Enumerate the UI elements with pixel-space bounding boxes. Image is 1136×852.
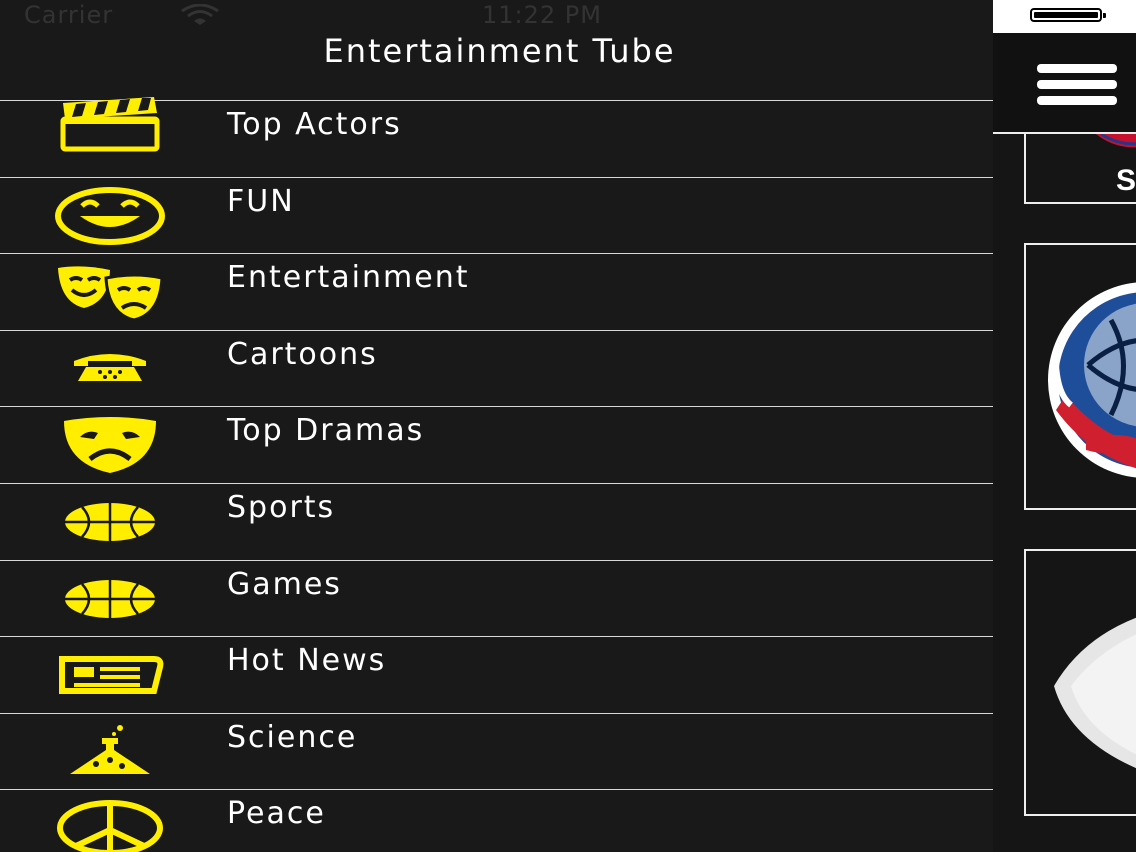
menu-item-fun[interactable]: FUN: [0, 176, 993, 254]
card-1-peek-text: S: [1116, 164, 1136, 197]
menu-item-peace[interactable]: Peace: [0, 789, 993, 852]
telephone-icon: [54, 339, 166, 399]
content-card-2[interactable]: [1024, 243, 1136, 510]
flask-icon: [54, 722, 166, 782]
menu-item-label: Entertainment: [227, 260, 470, 296]
menu-item-label: Top Actors: [227, 107, 402, 142]
clapperboard-icon: [54, 95, 166, 155]
wifi-icon: [181, 4, 219, 25]
status-bar-right: [993, 0, 1136, 33]
drawer-title-text: Entertainment Tube: [323, 32, 676, 70]
status-bar: Carrier 11:22 PM: [0, 0, 993, 30]
main-content: S: [993, 0, 1136, 852]
sports-logo-image: [1048, 282, 1136, 478]
menu-item-cartoons[interactable]: Cartoons: [0, 329, 993, 407]
menu-item-top-dramas[interactable]: Top Dramas: [0, 406, 993, 483]
battery-icon: [1030, 8, 1106, 22]
menu-item-top-actors[interactable]: Top Actors: [0, 97, 993, 177]
drawer-title: Entertainment Tube: [0, 28, 993, 74]
theater-masks-icon: [54, 262, 166, 322]
sad-mask-icon: [54, 415, 166, 475]
menu-item-label: Top Dramas: [227, 413, 425, 449]
menu-item-games[interactable]: Games: [0, 559, 993, 637]
newspaper-icon: [54, 645, 166, 705]
menu-item-label: Games: [227, 566, 342, 602]
content-card-3[interactable]: [1024, 549, 1136, 816]
menu-item-label: Cartoons: [227, 336, 378, 372]
menu-item-science[interactable]: Science: [0, 712, 993, 790]
drawer-menu: Top Actors FUN Entertainment Cartoons To…: [0, 97, 993, 852]
hamburger-menu-icon[interactable]: [1037, 64, 1117, 106]
peace-icon: [54, 798, 166, 852]
menu-item-label: Peace: [227, 796, 326, 832]
side-drawer: Carrier 11:22 PM Entertainment Tube Top …: [0, 0, 993, 852]
menu-item-label: Hot News: [227, 643, 387, 679]
menu-item-label: Sports: [227, 489, 336, 525]
ball-image: [1054, 617, 1136, 769]
basketball-icon: [54, 569, 166, 629]
smiley-icon: [54, 186, 166, 246]
menu-item-label: FUN: [227, 183, 295, 219]
menu-item-hot-news[interactable]: Hot News: [0, 636, 993, 713]
status-time: 11:22 PM: [482, 1, 602, 29]
menu-item-entertainment[interactable]: Entertainment: [0, 253, 993, 330]
carrier-label: Carrier: [24, 1, 114, 29]
menu-item-sports[interactable]: Sports: [0, 482, 993, 560]
content-card-1[interactable]: S: [1024, 134, 1136, 204]
menu-item-label: Science: [227, 719, 358, 755]
basketball-icon: [54, 492, 166, 552]
